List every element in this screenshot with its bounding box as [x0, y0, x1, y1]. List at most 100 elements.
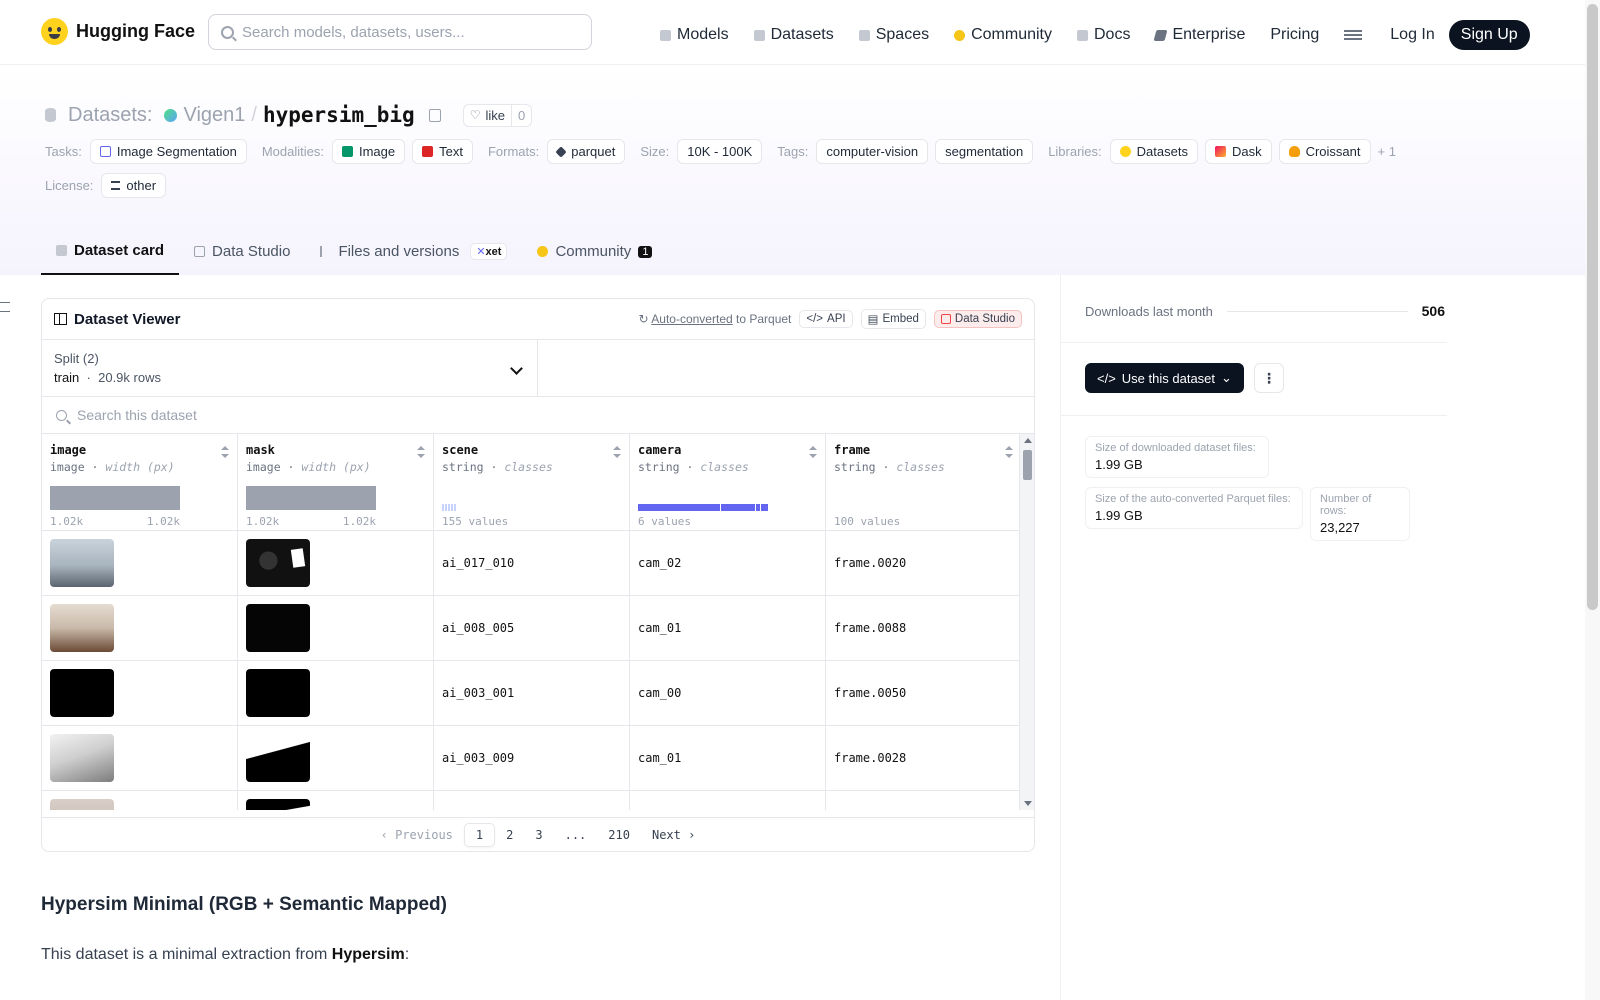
mask-thumbnail[interactable] [246, 669, 310, 717]
global-search-input[interactable]: Search models, datasets, users... [208, 14, 592, 50]
prev-page-button[interactable]: ‹ Previous [370, 824, 464, 846]
sort-icon[interactable] [221, 446, 229, 458]
histogram-bar[interactable] [246, 486, 376, 510]
login-link[interactable]: Log In [1390, 26, 1434, 44]
more-tags[interactable]: + 1 [1378, 144, 1396, 159]
cell-image[interactable] [42, 531, 238, 595]
cell-mask[interactable] [238, 596, 434, 660]
use-dataset-button[interactable]: </> Use this dataset ⌄ [1085, 363, 1244, 393]
table-row[interactable] [42, 791, 1034, 810]
table-row[interactable]: ai_003_009 cam_01 frame.0028 [42, 726, 1034, 791]
nav-enterprise[interactable]: Enterprise [1153, 26, 1245, 44]
histogram-bar[interactable] [50, 486, 180, 510]
mask-thumbnail[interactable] [246, 734, 310, 782]
copy-icon[interactable] [428, 108, 441, 122]
page-3[interactable]: 3 [524, 824, 553, 846]
like-count[interactable]: 0 [510, 104, 531, 126]
image-thumbnail[interactable] [50, 669, 114, 717]
cell-camera[interactable]: cam_00 [630, 661, 826, 725]
next-page-button[interactable]: Next › [641, 824, 706, 846]
tab-community[interactable]: Community 1 [522, 242, 667, 275]
cell-mask[interactable] [238, 531, 434, 595]
cell-scene[interactable]: ai_003_001 [434, 661, 630, 725]
nav-docs[interactable]: Docs [1077, 26, 1130, 44]
table-row[interactable]: ai_003_001 cam_00 frame.0050 [42, 661, 1034, 726]
auto-converted-link[interactable]: Auto-converted [651, 312, 732, 326]
tab-files[interactable]: Files and versions ✕xet [305, 242, 522, 275]
cell-camera[interactable]: cam_01 [630, 596, 826, 660]
toc-toggle-icon[interactable] [0, 302, 10, 312]
cell-mask[interactable] [238, 661, 434, 725]
cell-scene[interactable] [434, 791, 630, 810]
chip-tag-cv[interactable]: computer-vision [816, 139, 929, 164]
image-thumbnail[interactable] [50, 539, 114, 587]
cell-frame[interactable]: frame.0050 [826, 661, 1022, 725]
owner-link[interactable]: Vigen1 [183, 104, 245, 127]
nav-pricing[interactable]: Pricing [1270, 26, 1319, 44]
menu-icon[interactable] [1344, 30, 1363, 40]
col-image[interactable]: image image · width (px) 1.02k 1.02k [42, 434, 238, 530]
cell-camera[interactable]: cam_01 [630, 726, 826, 790]
cell-frame[interactable]: frame.0088 [826, 596, 1022, 660]
cell-frame[interactable] [826, 791, 1022, 810]
image-thumbnail[interactable] [50, 604, 114, 652]
nav-community[interactable]: Community [954, 26, 1052, 44]
nav-datasets[interactable]: Datasets [753, 26, 834, 44]
cell-scene[interactable]: ai_008_005 [434, 596, 630, 660]
cell-image[interactable] [42, 661, 238, 725]
page-1[interactable]: 1 [463, 822, 496, 847]
col-frame[interactable]: frame string · classes 100 values [826, 434, 1022, 530]
chip-modality-text[interactable]: Text [412, 139, 473, 164]
table-row[interactable]: ai_017_010 cam_02 frame.0020 [42, 531, 1034, 596]
chip-task[interactable]: Image Segmentation [89, 139, 247, 164]
image-thumbnail[interactable] [50, 734, 114, 782]
like-button[interactable]: ♡ like [464, 105, 511, 126]
page-last[interactable]: 210 [597, 824, 641, 846]
cell-image[interactable] [42, 791, 238, 810]
cell-camera[interactable]: cam_02 [630, 531, 826, 595]
brand-logo[interactable]: Hugging Face [41, 18, 195, 45]
more-options-icon[interactable]: ⋮ [1254, 363, 1284, 393]
crumb-label[interactable]: Datasets: [68, 104, 152, 127]
sort-icon[interactable] [1005, 446, 1013, 458]
chip-lib-dask[interactable]: Dask [1204, 139, 1272, 164]
table-scrollbar-thumb[interactable] [1023, 450, 1032, 480]
tab-data-studio[interactable]: Data Studio [179, 242, 305, 275]
class-distribution-bar[interactable] [638, 504, 768, 511]
mask-thumbnail[interactable] [246, 604, 310, 652]
cell-camera[interactable] [630, 791, 826, 810]
table-row[interactable]: ai_008_005 cam_01 frame.0088 [42, 596, 1034, 661]
data-studio-button[interactable]: Data Studio [933, 310, 1022, 328]
cell-image[interactable] [42, 596, 238, 660]
cell-image[interactable] [42, 726, 238, 790]
nav-models[interactable]: Models [660, 26, 729, 44]
chip-lib-datasets[interactable]: Datasets [1109, 139, 1198, 164]
cell-mask[interactable] [238, 791, 434, 810]
sort-icon[interactable] [809, 446, 817, 458]
page-scrollbar-thumb[interactable] [1587, 4, 1598, 610]
chip-license[interactable]: other [101, 173, 167, 198]
tab-dataset-card[interactable]: Dataset card [41, 242, 180, 275]
api-button[interactable]: </> API [799, 310, 853, 328]
table-scrollbar[interactable] [1019, 434, 1034, 810]
page-2[interactable]: 2 [495, 824, 524, 846]
class-distribution-bar[interactable] [442, 504, 456, 511]
chip-size[interactable]: 10K - 100K [677, 139, 763, 164]
cell-mask[interactable] [238, 726, 434, 790]
chip-tag-seg[interactable]: segmentation [935, 139, 1034, 164]
sort-icon[interactable] [417, 446, 425, 458]
dataset-name[interactable]: hypersim_big [263, 103, 415, 127]
mask-thumbnail[interactable] [246, 799, 310, 810]
hypersim-link[interactable]: Hypersim [332, 946, 405, 963]
chip-lib-croissant[interactable]: Croissant [1278, 139, 1371, 164]
col-scene[interactable]: scene string · classes 155 values [434, 434, 630, 530]
cell-frame[interactable]: frame.0028 [826, 726, 1022, 790]
cell-scene[interactable]: ai_003_009 [434, 726, 630, 790]
dataset-search-input[interactable]: Search this dataset [42, 397, 1034, 434]
cell-scene[interactable]: ai_017_010 [434, 531, 630, 595]
sort-icon[interactable] [613, 446, 621, 458]
mask-thumbnail[interactable] [246, 539, 310, 587]
chip-format[interactable]: parquet [547, 139, 626, 164]
page-scrollbar[interactable] [1585, 0, 1600, 1000]
split-select[interactable]: Split (2) train · 20.9k rows [42, 340, 538, 396]
